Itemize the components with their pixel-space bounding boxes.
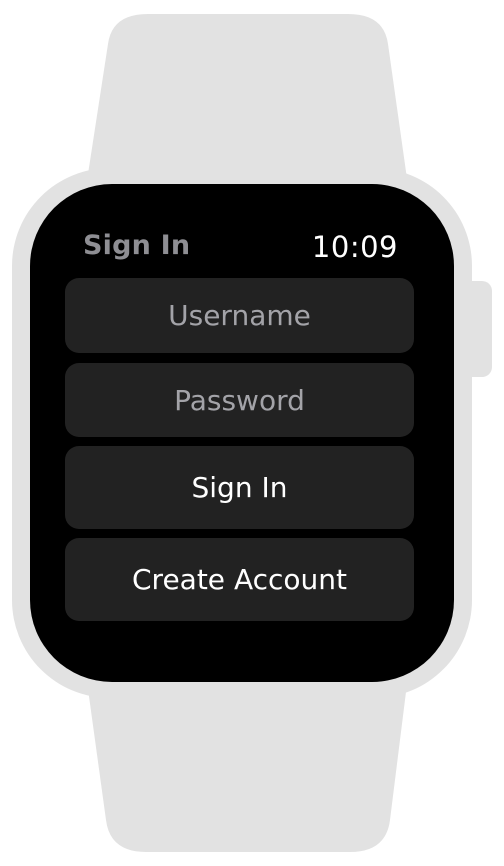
username-field[interactable]: Username [65,278,414,353]
password-field[interactable]: Password [65,363,414,437]
page-title: Sign In [83,230,191,261]
sign-in-label: Sign In [191,471,288,504]
password-placeholder: Password [174,383,305,417]
watch-screen: Sign In 10:09 Username Password Sign In … [30,184,454,682]
clock: 10:09 [311,230,398,264]
create-account-label: Create Account [132,563,347,596]
status-bar: Sign In 10:09 [30,184,454,274]
digital-crown[interactable] [472,281,492,377]
create-account-button[interactable]: Create Account [65,538,414,621]
username-placeholder: Username [168,299,311,332]
sign-in-button[interactable]: Sign In [65,446,414,529]
watch-device: Sign In 10:09 Username Password Sign In … [0,0,504,866]
